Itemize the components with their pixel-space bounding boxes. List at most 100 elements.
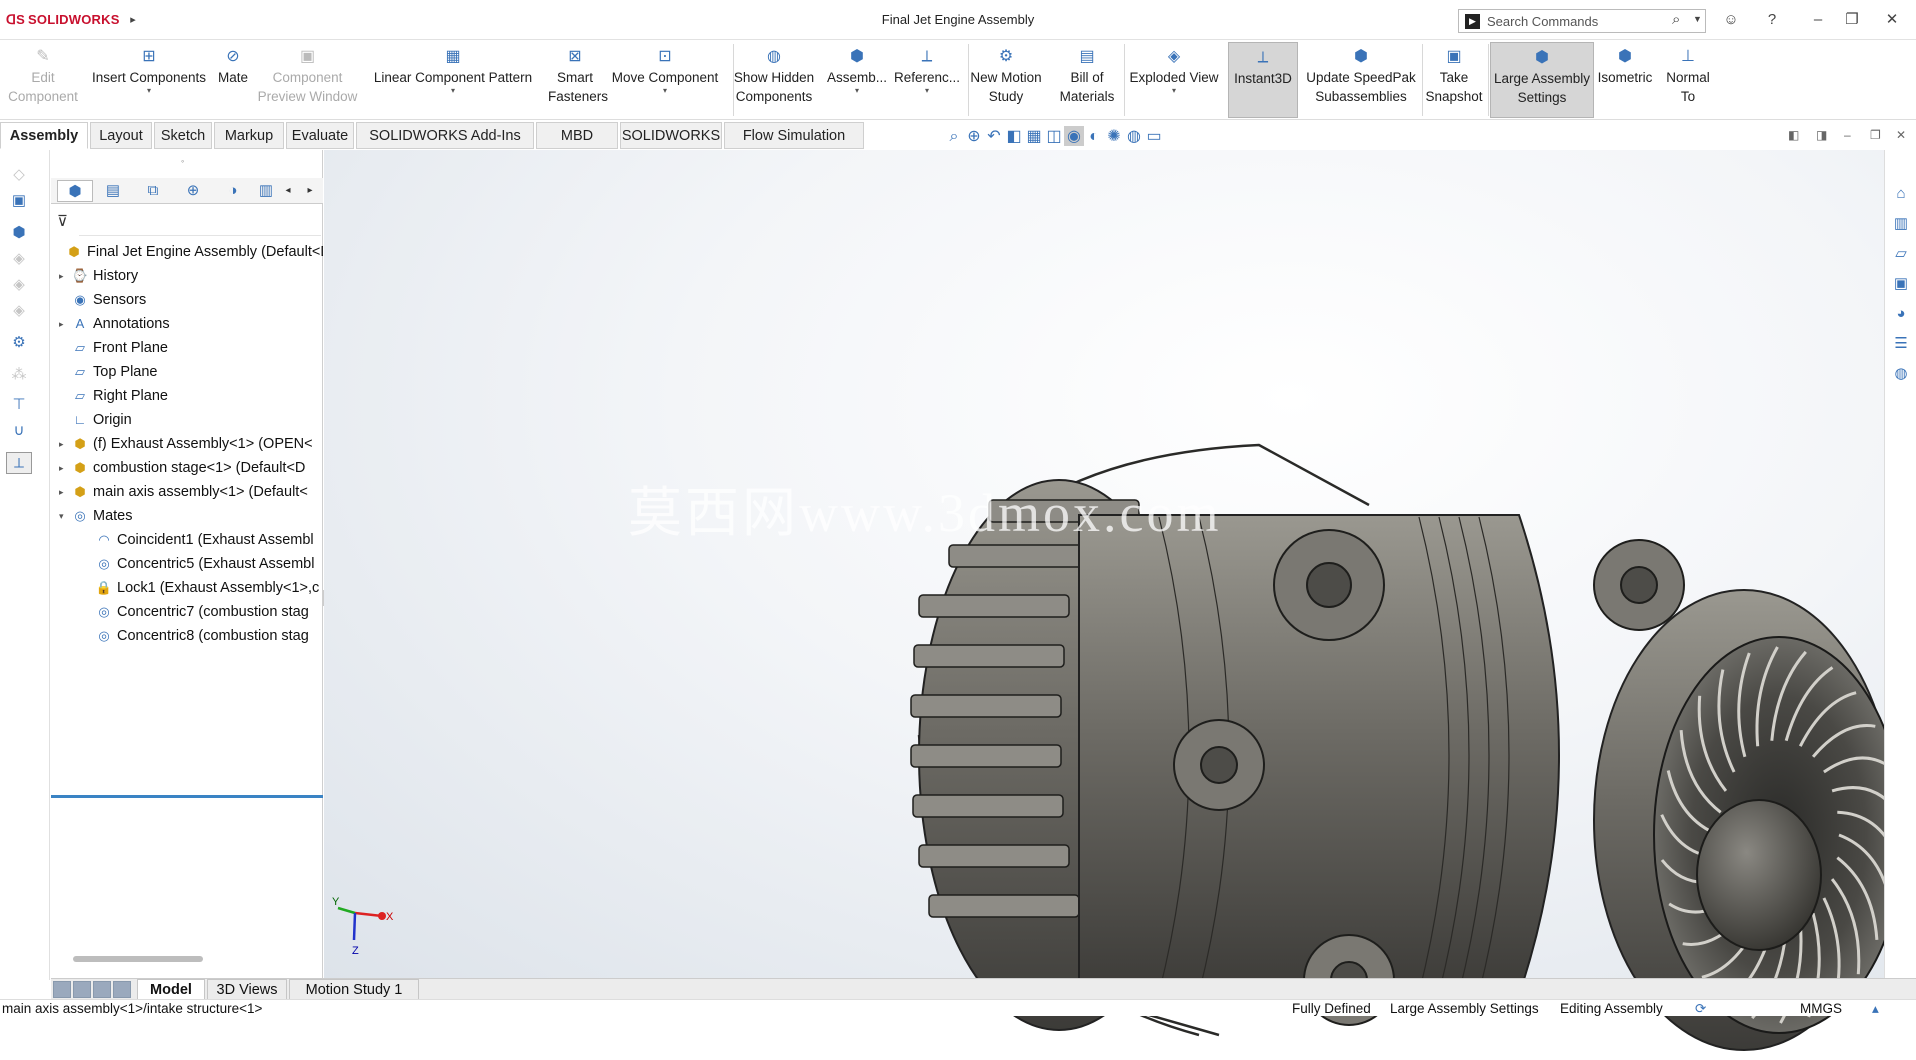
graphics-area[interactable]: 莫西网www.3dmox.com X Y Z xyxy=(324,150,1905,1051)
expand-toggle-icon[interactable]: ▸ xyxy=(59,312,71,336)
tile-right-icon[interactable]: ◨ xyxy=(1816,128,1827,142)
rollback-bar[interactable] xyxy=(51,795,323,798)
panel-grip[interactable]: ◦ xyxy=(181,156,184,166)
tab-motion-study[interactable]: Motion Study 1 xyxy=(289,979,419,1000)
last-tab-icon[interactable] xyxy=(113,981,131,998)
tree-item[interactable]: ◎ Concentric8 (combustion stag xyxy=(51,624,323,648)
isometric-button[interactable]: ⬢ Isometric xyxy=(1594,42,1656,118)
dropdown-arrow-icon[interactable]: ▾ xyxy=(893,87,961,95)
tree-item[interactable]: ▱ Right Plane xyxy=(51,384,323,408)
assembly-features-button[interactable]: ⬢ Assemb... ▾ xyxy=(823,42,891,118)
tab-solidworks-add-ins[interactable]: SOLIDWORKS Add-Ins xyxy=(356,122,534,149)
tab-mbd[interactable]: MBD xyxy=(536,122,618,149)
tab-markup[interactable]: Markup xyxy=(214,122,284,149)
horizontal-scrollbar[interactable] xyxy=(73,956,203,962)
search-input[interactable]: Search Commands xyxy=(1487,14,1598,29)
dynamic-annotation-icon[interactable]: ▦ xyxy=(1024,126,1044,146)
tab-model[interactable]: Model xyxy=(137,979,205,1000)
restore-button[interactable]: ❐ xyxy=(1840,8,1864,32)
zoom-to-area-icon[interactable]: ⊕ xyxy=(964,126,984,146)
search-dropdown-icon[interactable]: ▼ xyxy=(1693,14,1702,24)
expand-toggle-icon[interactable]: ▸ xyxy=(59,480,71,504)
tab-solidworks-cam[interactable]: SOLIDWORKS CAM xyxy=(620,122,722,171)
tree-item[interactable]: 🔒 Lock1 (Exhaust Assembly<1>,c xyxy=(51,576,323,600)
dropdown-arrow-icon[interactable]: ▾ xyxy=(362,87,544,95)
tab-assembly[interactable]: Assembly xyxy=(0,122,88,149)
tree-item[interactable]: ◉ Sensors xyxy=(51,288,323,312)
hide-show-items-icon[interactable]: ◐ xyxy=(1084,128,1104,146)
expand-toggle-icon[interactable]: ▸ xyxy=(59,432,71,456)
tab-layout[interactable]: Layout xyxy=(90,122,152,149)
filter-icon[interactable]: ⊽ xyxy=(57,212,68,230)
tile-left-icon[interactable]: ◧ xyxy=(1788,128,1799,142)
insert-components-button[interactable]: ⊞ Insert Components ▾ xyxy=(88,42,210,118)
tab-flow-simulation[interactable]: Flow Simulation xyxy=(724,122,864,149)
instant3d-button[interactable]: ⟂ Instant3D xyxy=(1228,42,1298,118)
edit-component-button[interactable]: ✎ Edit Component xyxy=(0,42,86,118)
tab-3d-views[interactable]: 3D Views xyxy=(207,979,287,1000)
expand-toggle-icon[interactable]: ▸ xyxy=(59,264,71,288)
cube-tool-icon[interactable]: ⬢ xyxy=(6,222,32,244)
apply-scene-icon[interactable]: ◍ xyxy=(1124,126,1144,146)
tree-item[interactable]: ▸ ⬢ (f) Exhaust Assembly<1> (OPEN< xyxy=(51,432,323,456)
prev-tab-icon[interactable] xyxy=(73,981,91,998)
large-assembly-button[interactable]: ⬢ Large Assembly Settings xyxy=(1490,42,1594,118)
instant3d-tool-icon[interactable]: ⟂ xyxy=(6,452,32,474)
tree-item[interactable]: ▱ Top Plane xyxy=(51,360,323,384)
feature-manager-tab-icon[interactable]: ⬢ xyxy=(57,180,93,202)
tabs-scroll-right-icon[interactable]: ▸ xyxy=(301,180,319,202)
section-view-icon[interactable]: ◧ xyxy=(1004,126,1024,146)
viewport-restore-icon[interactable]: ❐ xyxy=(1870,128,1881,142)
custom-properties-icon[interactable]: ☰ xyxy=(1889,332,1913,356)
move-component-button[interactable]: ⊡ Move Component ▾ xyxy=(602,42,728,118)
bom-button[interactable]: ▤ Bill of Materials xyxy=(1052,42,1122,118)
filter-field[interactable] xyxy=(79,206,321,236)
disabled-tool3-icon[interactable]: ◈ xyxy=(6,300,32,322)
previous-view-icon[interactable]: ↶ xyxy=(984,126,1004,146)
minimize-button[interactable]: – xyxy=(1806,8,1830,32)
disabled-tool-icon[interactable]: ◈ xyxy=(6,248,32,270)
forum-icon[interactable]: ◍ xyxy=(1889,362,1913,386)
exploded-view-button[interactable]: ◈ Exploded View ▾ xyxy=(1124,42,1224,118)
reference-tool-icon[interactable]: ⊤ xyxy=(6,394,32,416)
dropdown-arrow-icon[interactable]: ▾ xyxy=(88,87,210,95)
search-icon[interactable]: ⌕ xyxy=(1672,11,1680,28)
user-account-icon[interactable]: ☺ xyxy=(1719,8,1743,32)
tree-item[interactable]: ▱ Front Plane xyxy=(51,336,323,360)
close-button[interactable]: ✕ xyxy=(1880,8,1904,32)
motion-study-button[interactable]: ⚙ New Motion Study xyxy=(962,42,1050,118)
status-units[interactable]: MMGS xyxy=(1800,1000,1842,1017)
home-icon[interactable]: ⌂ xyxy=(1889,182,1913,206)
tree-item[interactable]: ◎ Concentric7 (combustion stag xyxy=(51,600,323,624)
tree-item[interactable]: ▾ ◎ Mates xyxy=(51,504,323,528)
tree-item[interactable]: ▸ ⬢ main axis assembly<1> (Default< xyxy=(51,480,323,504)
help-icon[interactable]: ? xyxy=(1760,8,1784,32)
property-manager-tab-icon[interactable]: ▤ xyxy=(95,180,131,202)
display-manager-tab-icon[interactable]: ◑ xyxy=(215,180,251,202)
status-settings[interactable]: Large Assembly Settings xyxy=(1390,1000,1539,1017)
pattern-tool-icon[interactable]: ⁂ xyxy=(6,364,32,386)
show-hidden-button[interactable]: ◍ Show Hidden Components xyxy=(730,42,818,118)
pattern-button[interactable]: ▦ Linear Component Pattern ▾ xyxy=(362,42,544,118)
tree-item[interactable]: ⬢ Final Jet Engine Assembly (Default<Disp… xyxy=(51,240,323,264)
dropdown-arrow-icon[interactable]: ▾ xyxy=(1124,87,1224,95)
smart-fasteners-button[interactable]: ⊠ Smart Fasteners xyxy=(548,42,608,118)
tree-item[interactable]: ▸ ⌚ History xyxy=(51,264,323,288)
snapshot-button[interactable]: ▣ Take Snapshot xyxy=(1423,42,1485,118)
view-tool-icon[interactable]: ▣ xyxy=(6,190,32,212)
cam-tab-icon[interactable]: ▥ xyxy=(255,180,277,202)
dimxpert-tab-icon[interactable]: ⊕ xyxy=(175,180,211,202)
reference-geometry-button[interactable]: ⟂ Referenc... ▾ xyxy=(893,42,961,118)
configuration-manager-tab-icon[interactable]: ⧉ xyxy=(135,180,171,202)
tree-item[interactable]: ▸ A Annotations xyxy=(51,312,323,336)
tree-item[interactable]: ◎ Concentric5 (Exhaust Assembl xyxy=(51,552,323,576)
file-explorer-icon[interactable]: ▣ xyxy=(1889,272,1913,296)
tree-item[interactable]: ▸ ⬢ combustion stage<1> (Default<D xyxy=(51,456,323,480)
search-commands-box[interactable]: ▶ Search Commands ⌕ ▼ xyxy=(1458,9,1706,33)
dropdown-arrow-icon[interactable]: ▾ xyxy=(823,87,891,95)
preview-window-button[interactable]: ▣ Component Preview Window xyxy=(255,42,360,118)
tab-evaluate[interactable]: Evaluate xyxy=(286,122,354,149)
appearances-icon[interactable]: ◕ xyxy=(1889,302,1913,326)
resources-icon[interactable]: ▥ xyxy=(1889,212,1913,236)
viewport-minimize-icon[interactable]: – xyxy=(1844,128,1851,142)
